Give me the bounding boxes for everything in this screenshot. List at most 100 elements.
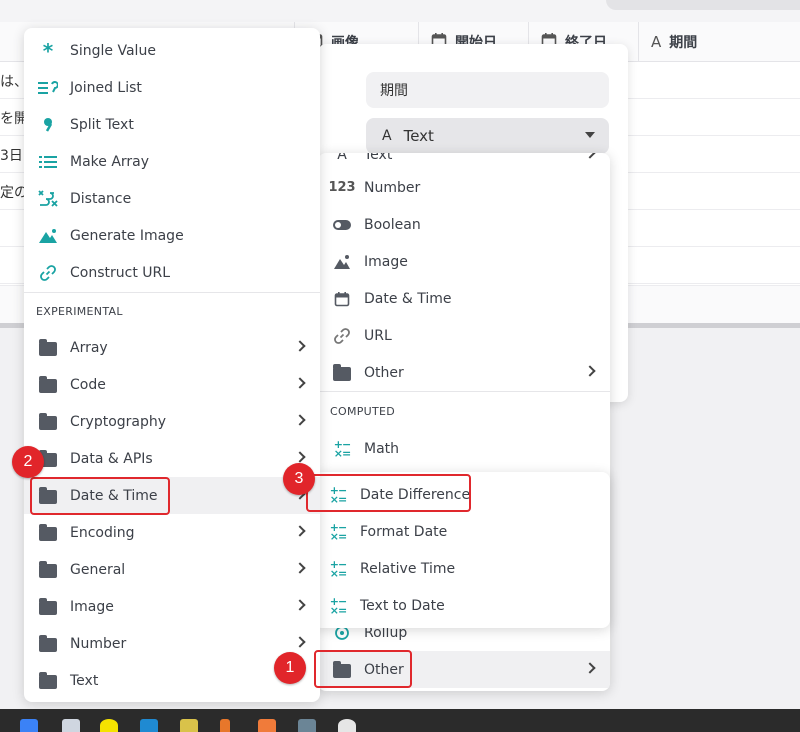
menu-item-boolean[interactable]: Boolean — [318, 206, 610, 243]
menu-item-url[interactable]: URL — [318, 317, 610, 354]
menu-item-label: Text — [364, 153, 393, 163]
highlight-box-date-time — [30, 477, 170, 515]
menu-item-label: Array — [70, 339, 108, 356]
folder-icon — [332, 363, 352, 383]
math-icon: +− ×= — [329, 520, 347, 543]
asterisk-icon: * — [42, 38, 54, 63]
chevron-right-icon — [294, 525, 306, 537]
menu-item-number[interactable]: 123 Number — [318, 169, 610, 206]
joined-list-icon — [38, 78, 58, 98]
taskbar-app-icon[interactable] — [20, 719, 38, 732]
menu-item-construct-url[interactable]: Construct URL — [24, 254, 320, 291]
folder-icon — [38, 560, 58, 580]
menu-item-text-to-date[interactable]: +− ×= Text to Date — [314, 587, 610, 624]
menu-divider — [318, 391, 610, 392]
menu-item-joined-list[interactable]: Joined List — [24, 69, 320, 106]
menu-item-folder-data-apis[interactable]: Data & APIs — [24, 440, 320, 477]
split-text-icon — [38, 115, 58, 135]
taskbar-app-icon[interactable] — [338, 719, 356, 732]
menu-item-date-time[interactable]: Date & Time — [318, 280, 610, 317]
menu-item-label: Encoding — [70, 524, 135, 541]
number-icon: 123 — [328, 180, 356, 195]
folder-icon — [38, 634, 58, 654]
field-name-input[interactable]: 期間 — [366, 72, 609, 108]
menu-item-generate-image[interactable]: Generate Image — [24, 217, 320, 254]
taskbar-app-icon[interactable] — [62, 719, 80, 732]
taskbar-app-icon[interactable] — [298, 719, 316, 732]
menu-item-image[interactable]: Image — [318, 243, 610, 280]
menu-item-label: Text to Date — [360, 597, 445, 614]
menu-item-folder-array[interactable]: Array — [24, 329, 320, 366]
menu-item-label: Distance — [70, 190, 132, 207]
field-type-value: Text — [403, 127, 434, 145]
menu-item-label: Single Value — [70, 42, 156, 59]
menu-item-label: Number — [364, 179, 421, 196]
menu-item-math[interactable]: +− ×= Math — [318, 430, 610, 467]
menu-item-folder-encoding[interactable]: Encoding — [24, 514, 320, 551]
toggle-icon — [332, 215, 352, 235]
menu-item-other[interactable]: Other — [318, 354, 610, 391]
menu-item-label: Generate Image — [70, 227, 184, 244]
taskbar-app-icon[interactable] — [220, 719, 230, 732]
taskbar-app-icon[interactable] — [140, 719, 158, 732]
section-label-experimental: EXPERIMENTAL — [36, 305, 123, 318]
menu-item-label: Make Array — [70, 153, 150, 170]
search-bar[interactable] — [606, 0, 800, 10]
menu-item-label: Number — [70, 635, 127, 652]
taskbar-app-icon[interactable] — [258, 719, 276, 732]
menu-item-folder-cryptography[interactable]: Cryptography — [24, 403, 320, 440]
menu-item-label: Code — [70, 376, 106, 393]
caret-down-icon — [585, 132, 595, 138]
chevron-right-icon — [584, 365, 596, 377]
generate-image-icon — [38, 226, 58, 246]
field-type-select[interactable]: A Text — [366, 118, 609, 154]
chevron-right-icon — [294, 599, 306, 611]
column-function-menu: * Single Value Joined List Split Text Ma… — [24, 28, 320, 702]
menu-item-folder-general[interactable]: General — [24, 551, 320, 588]
make-array-icon — [38, 152, 58, 172]
calendar-icon — [332, 289, 352, 309]
menu-item-label: Date & Time — [364, 290, 452, 307]
link-icon — [38, 263, 58, 283]
math-icon: +− ×= — [329, 557, 347, 580]
folder-icon — [38, 523, 58, 543]
menu-item-label: Boolean — [364, 216, 421, 233]
chevron-right-icon — [294, 451, 306, 463]
menu-item-label: Joined List — [70, 79, 142, 96]
menu-item-format-date[interactable]: +− ×= Format Date — [314, 513, 610, 550]
folder-icon — [38, 671, 58, 691]
text-a-icon: A — [651, 33, 662, 51]
menu-item-folder-image[interactable]: Image — [24, 588, 320, 625]
menu-item-label: Image — [70, 598, 114, 615]
column-header-label: 期間 — [669, 35, 698, 51]
menu-item-label: Text — [70, 672, 99, 689]
highlight-box-date-difference — [306, 474, 471, 512]
taskbar-app-icon[interactable] — [180, 719, 198, 732]
menu-item-label: URL — [364, 327, 392, 344]
chevron-right-icon — [294, 340, 306, 352]
menu-item-make-array[interactable]: Make Array — [24, 143, 320, 180]
column-header-duration[interactable]: A 期間 — [638, 22, 800, 62]
taskbar-app-icon[interactable] — [100, 719, 118, 732]
menu-item-label: Math — [364, 440, 400, 457]
chevron-right-icon — [294, 562, 306, 574]
step-badge-2: 2 — [12, 446, 44, 478]
menu-item-label: Other — [364, 364, 404, 381]
image-icon — [332, 252, 352, 272]
menu-item-label: Cryptography — [70, 413, 167, 430]
menu-item-label: Relative Time — [360, 560, 456, 577]
highlight-box-other — [314, 650, 412, 688]
link-icon — [332, 326, 352, 346]
menu-item-folder-code[interactable]: Code — [24, 366, 320, 403]
menu-item-folder-number[interactable]: Number — [24, 625, 320, 662]
folder-icon — [38, 338, 58, 358]
menu-item-label: Split Text — [70, 116, 134, 133]
menu-item-relative-time[interactable]: +− ×= Relative Time — [314, 550, 610, 587]
math-icon: +− ×= — [333, 437, 351, 460]
menu-item-split-text[interactable]: Split Text — [24, 106, 320, 143]
folder-icon — [38, 412, 58, 432]
menu-item-distance[interactable]: Distance — [24, 180, 320, 217]
chevron-right-icon — [294, 377, 306, 389]
menu-item-single-value[interactable]: * Single Value — [24, 32, 320, 69]
chevron-right-icon — [584, 662, 596, 674]
